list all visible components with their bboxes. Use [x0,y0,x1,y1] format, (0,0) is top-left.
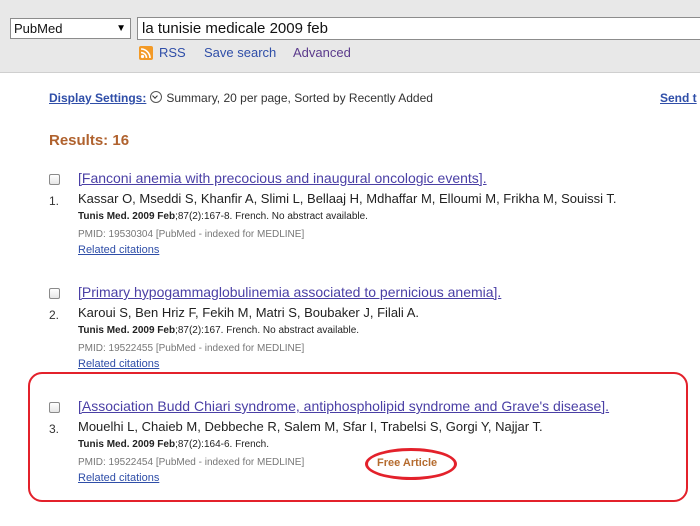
rss-icon[interactable] [139,46,153,60]
result-pmid: PMID: 19530304 [PubMed - indexed for MED… [78,229,305,240]
result-number: 1. [49,194,60,208]
result-citation-details: ;87(2):167. French. No abstract availabl… [175,325,360,336]
search-input[interactable]: la tunisie medicale 2009 feb [137,17,700,40]
result-title-link[interactable]: [Fanconi anemia with precocious and inau… [78,170,487,186]
result-authors: Kassar O, Mseddi S, Khanfir A, Slimi L, … [78,191,617,206]
highlight-oval [365,448,457,480]
database-select[interactable]: PubMed ▼ [10,18,131,39]
result-journal: Tunis Med. 2009 Feb [78,325,176,336]
related-citations-link[interactable]: Related citations [78,358,159,370]
related-citations-link[interactable]: Related citations [78,244,159,256]
result-checkbox[interactable] [49,288,60,299]
display-settings-row: Display Settings: Summary, 20 per page, S… [49,91,433,105]
highlight-rectangle [28,372,688,502]
database-select-value: PubMed [14,21,63,36]
result-authors: Karoui S, Ben Hriz F, Fekih M, Matri S, … [78,305,420,320]
chevron-down-icon: ▼ [116,23,126,34]
chevron-down-circle-icon[interactable] [150,91,163,103]
result-pmid: PMID: 19522455 [PubMed - indexed for MED… [78,343,305,354]
result-title-link[interactable]: [Primary hypogammaglobulinemia associate… [78,284,501,300]
result-citation: Tunis Med. 2009 Feb;87(2):167. French. N… [78,325,359,336]
result-journal: Tunis Med. 2009 Feb [78,211,176,222]
search-bar: PubMed ▼ la tunisie medicale 2009 feb RS… [0,0,700,73]
advanced-search-link[interactable]: Advanced [293,45,351,60]
result-checkbox[interactable] [49,174,60,185]
results-count: Results: 16 [49,132,130,149]
result-citation-details: ;87(2):167-8. French. No abstract availa… [175,211,368,222]
search-input-value: la tunisie medicale 2009 feb [142,20,328,37]
save-search-link[interactable]: Save search [204,45,276,60]
display-settings-value: Summary, 20 per page, Sorted by Recently… [166,91,433,105]
result-citation: Tunis Med. 2009 Feb;87(2):167-8. French.… [78,211,368,222]
display-settings-link[interactable]: Display Settings: [49,91,146,105]
rss-link[interactable]: RSS [159,45,186,60]
send-to-link[interactable]: Send t [660,91,697,105]
result-number: 2. [49,308,60,322]
